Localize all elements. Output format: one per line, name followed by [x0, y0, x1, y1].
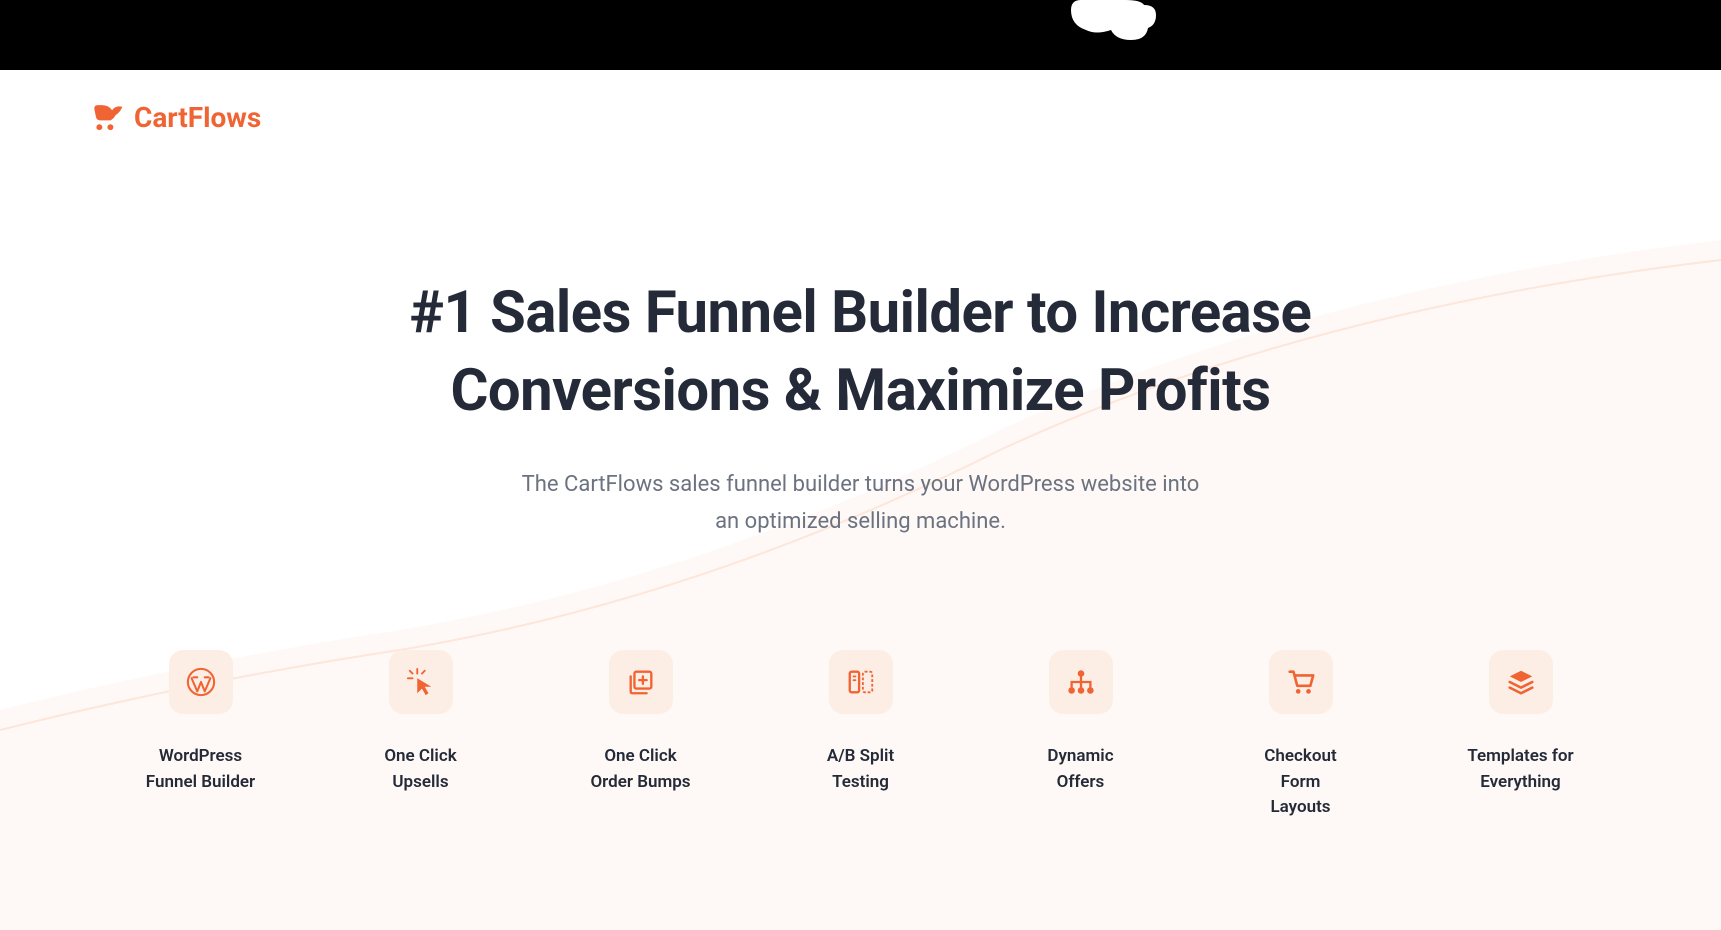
split-test-icon: [829, 650, 893, 714]
cursor-click-icon: [389, 650, 453, 714]
features-row: WordPress Funnel Builder One Click Upsel…: [86, 540, 1636, 821]
sitemap-icon: [1049, 650, 1113, 714]
feature-ab-split-testing[interactable]: A/B Split Testing: [806, 650, 916, 821]
brand-name: CartFlows: [134, 101, 261, 134]
hero-section: #1 Sales Funnel Builder to Increase Conv…: [0, 164, 1721, 540]
feature-templates-for-everything[interactable]: Templates for Everything: [1466, 650, 1576, 821]
feature-label: Checkout Form Layouts: [1246, 744, 1356, 821]
feature-label: Dynamic Offers: [1047, 744, 1113, 795]
hero-title: #1 Sales Funnel Builder to Increase Conv…: [311, 274, 1411, 431]
brand-logo[interactable]: CartFlows: [90, 100, 1631, 134]
decorative-blob: [1066, 0, 1161, 50]
header: CartFlows: [0, 70, 1721, 164]
feature-wordpress-funnel-builder[interactable]: WordPress Funnel Builder: [146, 650, 256, 821]
wordpress-icon: [169, 650, 233, 714]
feature-one-click-order-bumps[interactable]: One Click Order Bumps: [586, 650, 696, 821]
feature-dynamic-offers[interactable]: Dynamic Offers: [1026, 650, 1136, 821]
feature-label: WordPress Funnel Builder: [146, 744, 255, 795]
feature-checkout-form-layouts[interactable]: Checkout Form Layouts: [1246, 650, 1356, 821]
cartflows-logo-icon: [90, 100, 124, 134]
layers-icon: [1489, 650, 1553, 714]
feature-label: A/B Split Testing: [827, 744, 894, 795]
hero-subtitle: The CartFlows sales funnel builder turns…: [511, 466, 1211, 541]
cart-icon: [1269, 650, 1333, 714]
top-bar: [0, 0, 1721, 70]
feature-one-click-upsells[interactable]: One Click Upsells: [366, 650, 476, 821]
feature-label: One Click Upsells: [384, 744, 456, 795]
add-page-icon: [609, 650, 673, 714]
feature-label: One Click Order Bumps: [590, 744, 690, 795]
feature-label: Templates for Everything: [1467, 744, 1573, 795]
